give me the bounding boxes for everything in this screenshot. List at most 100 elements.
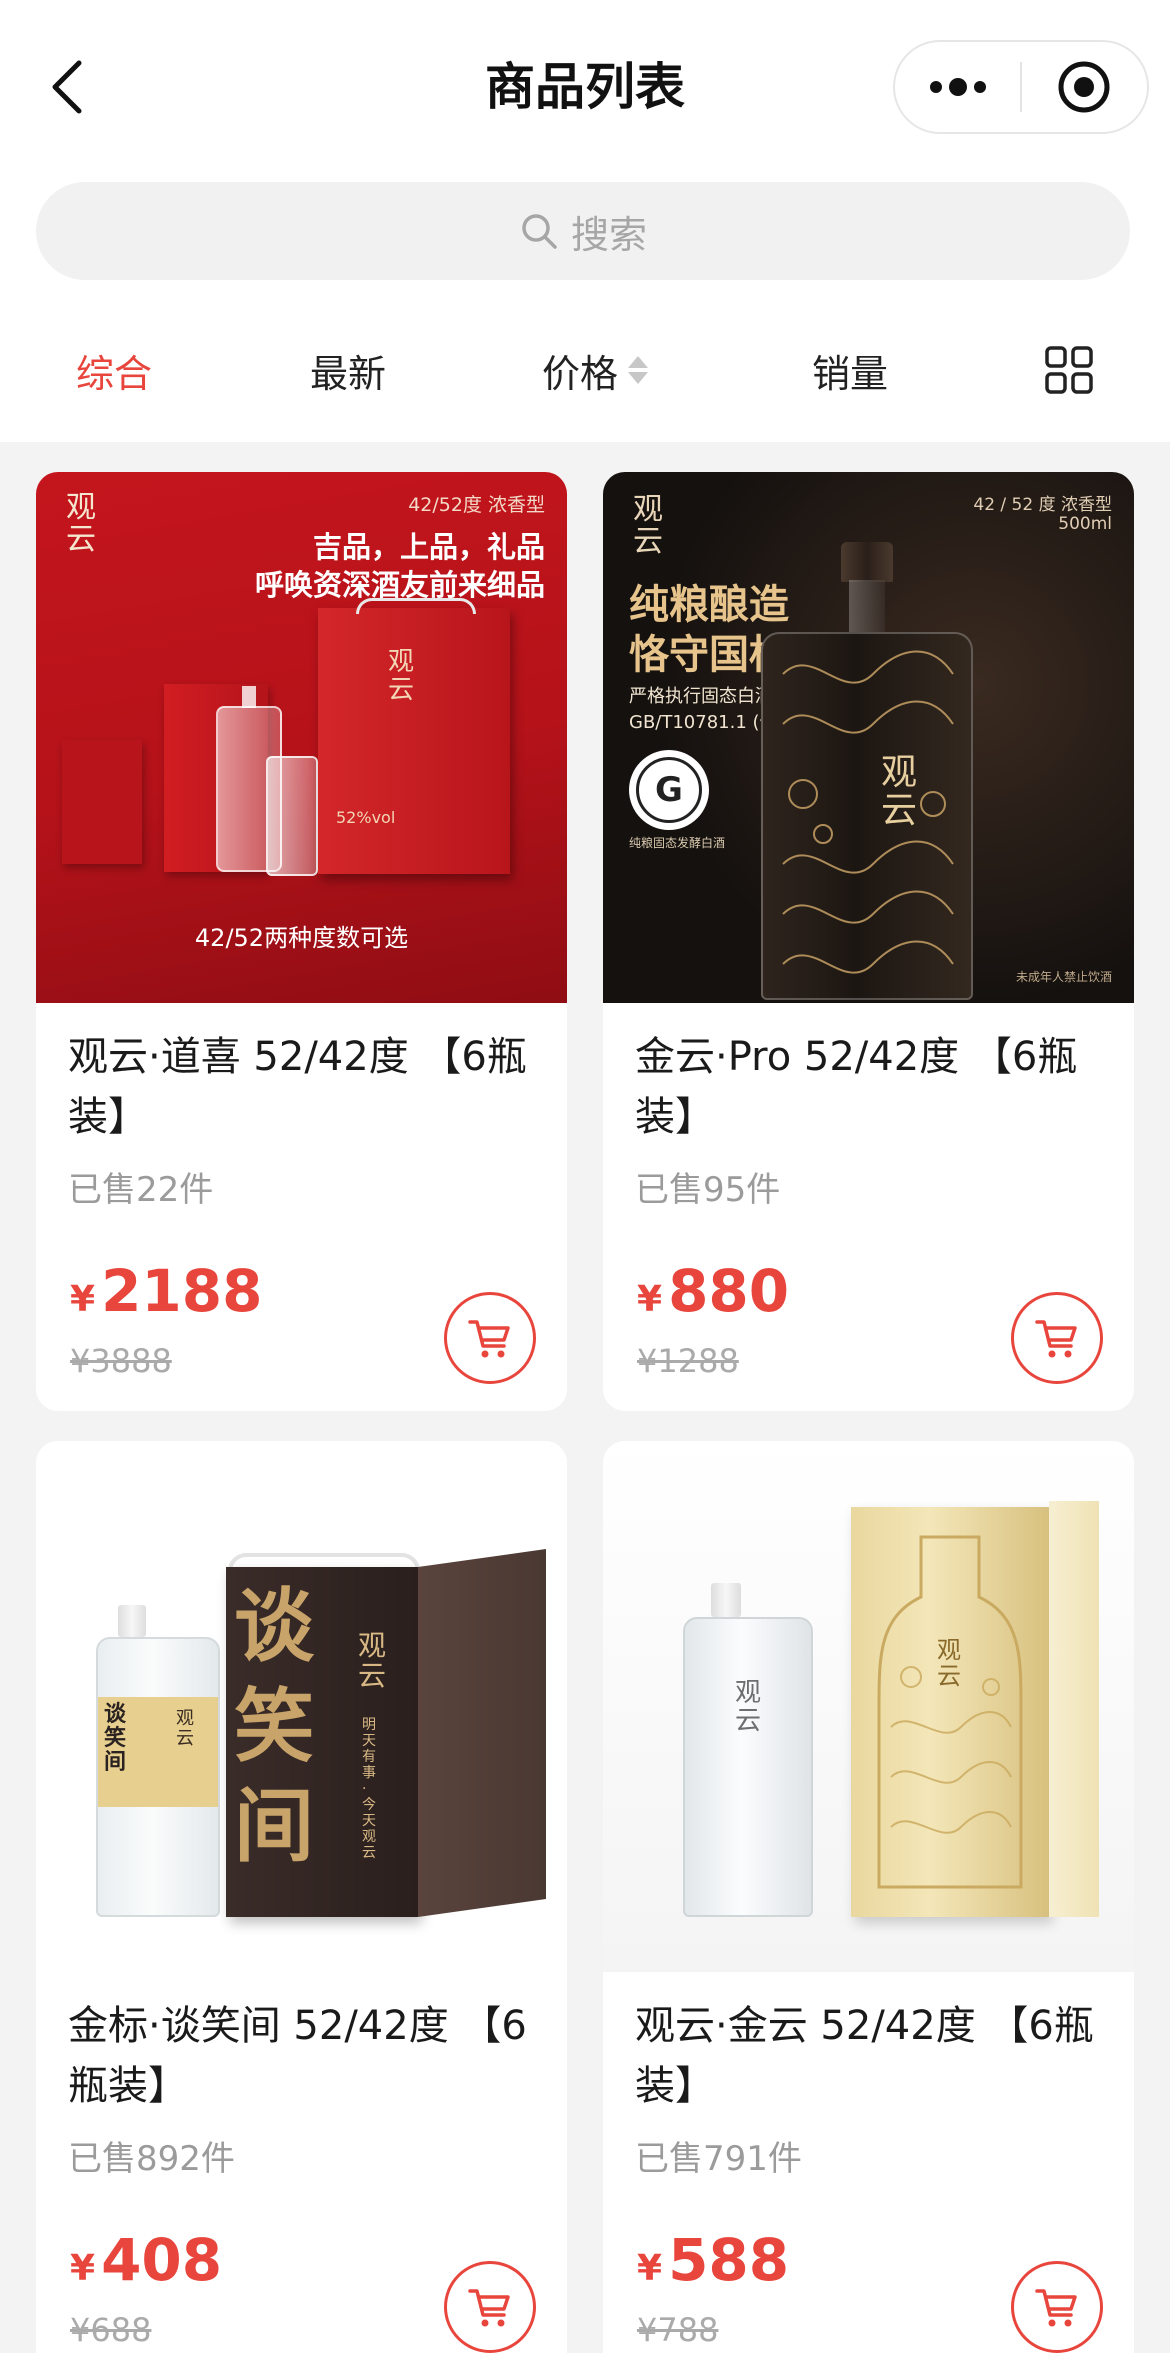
bottle-brand: 观云	[735, 1678, 762, 1736]
product-name[interactable]: 观云·金云 52/42度 【6瓶装】	[635, 1996, 1115, 2116]
currency-symbol: ¥	[637, 1279, 663, 1320]
bottle-small	[266, 756, 318, 876]
grid-view-icon	[1045, 346, 1093, 394]
product-price: ¥ 588	[637, 2226, 789, 2294]
bottle-cap	[242, 686, 256, 708]
product-card[interactable]: 谈笑间 观云 谈笑间 观云 明天有事 · 今天观云 金标·谈笑间 52/42度 …	[36, 1441, 567, 2353]
image-volume: 500ml	[1058, 514, 1112, 534]
image-headline: 吉品，上品，礼品	[312, 530, 545, 564]
original-price: ¥688	[70, 2311, 152, 2349]
filter-newest-label: 最新	[310, 351, 387, 396]
target-circle-icon	[1058, 61, 1110, 113]
box-brand: 观云	[388, 647, 415, 705]
sold-count: 已售95件	[635, 1170, 781, 1210]
price-value: 588	[668, 2226, 790, 2294]
sold-count: 已售892件	[68, 2139, 235, 2179]
gift-box: 观云	[851, 1507, 1049, 1917]
gift-bag	[62, 740, 142, 864]
badge-letter: G	[636, 757, 702, 823]
product-price: ¥ 880	[637, 1257, 789, 1325]
search-input[interactable]: 搜索	[36, 182, 1130, 280]
currency-symbol: ¥	[70, 2248, 96, 2289]
gift-box: 谈笑间 观云 明天有事 · 今天观云	[226, 1567, 418, 1917]
top-bar: 商品列表 搜索 综合 最新 价格 销量	[0, 0, 1170, 442]
bottle-cap	[841, 542, 893, 582]
image-spec: 42 / 52 度 浓香型	[973, 495, 1112, 515]
product-image[interactable]: 观云 42 / 52 度 浓香型 500ml 纯粮酿造 恪守国标 严格执行固态白…	[603, 472, 1134, 1003]
filter-sales[interactable]: 销量	[812, 320, 888, 420]
search-placeholder: 搜索	[570, 212, 647, 257]
bottle-body: 谈笑间 观云	[96, 1637, 220, 1917]
currency-symbol: ¥	[637, 2248, 663, 2289]
product-price: ¥ 408	[70, 2226, 222, 2294]
box-brand: 观云	[358, 1629, 387, 1692]
price-value: 2188	[101, 1257, 263, 1325]
product-card[interactable]: 观云 42/52度 浓香型 吉品，上品，礼品 呼唤资深酒友前来细品 观云 52%…	[36, 472, 567, 1411]
badge-text: 纯粮固态发酵白酒	[629, 836, 726, 850]
product-name[interactable]: 金云·Pro 52/42度 【6瓶装】	[635, 1027, 1115, 1147]
layout-toggle-button[interactable]	[1044, 320, 1094, 420]
box-brand: 观云	[937, 1636, 961, 1690]
product-image[interactable]: 观云 42/52度 浓香型 吉品，上品，礼品 呼唤资深酒友前来细品 观云 52%…	[36, 472, 567, 1003]
sort-arrows-icon	[628, 356, 649, 384]
bottle-body: 观云	[761, 632, 973, 1000]
product-name[interactable]: 观云·道喜 52/42度 【6瓶装】	[68, 1027, 548, 1147]
search-icon	[522, 214, 557, 249]
filter-sales-label: 销量	[812, 351, 889, 396]
currency-symbol: ¥	[70, 1279, 96, 1320]
original-price: ¥3888	[70, 1342, 172, 1380]
cart-icon	[1035, 2289, 1077, 2327]
product-image[interactable]: 观云 观云	[603, 1441, 1134, 1972]
add-to-cart-button[interactable]	[1011, 1292, 1103, 1384]
label-title: 谈笑间	[104, 1702, 127, 1775]
add-to-cart-button[interactable]	[1011, 2261, 1103, 2353]
more-dots-icon	[929, 78, 986, 96]
gift-box-side	[418, 1549, 546, 1917]
box-slogan: 明天有事 · 今天观云	[362, 1717, 376, 1861]
image-caption: 42/52两种度数可选	[194, 924, 409, 952]
age-warning: 未成年人禁止饮酒	[1015, 970, 1112, 984]
bottle-cap	[118, 1605, 146, 1637]
product-card[interactable]: 观云 观云 观云·金云 52/42度 【6瓶装】 已售791件 ¥ 588 ¥7…	[603, 1441, 1134, 2353]
bottle-brand: 观云	[881, 752, 918, 831]
close-miniprogram-button[interactable]	[1022, 42, 1147, 132]
price-value: 408	[101, 2226, 223, 2294]
bottle-pattern	[782, 650, 954, 974]
cart-icon	[1035, 1320, 1077, 1358]
gift-box-side	[1049, 1501, 1099, 1917]
product-name[interactable]: 金标·谈笑间 52/42度 【6瓶装】	[68, 1996, 548, 2116]
box-title: 谈笑间	[234, 1580, 314, 1873]
label-brand: 观云	[176, 1708, 194, 1749]
price-value: 880	[668, 1257, 790, 1325]
product-card[interactable]: 观云 42 / 52 度 浓香型 500ml 纯粮酿造 恪守国标 严格执行固态白…	[603, 472, 1134, 1411]
filter-bar: 综合 最新 价格 销量	[0, 320, 1170, 420]
filter-comprehensive-label: 综合	[76, 351, 153, 396]
bottle-neck	[849, 580, 885, 634]
cart-icon	[468, 1320, 510, 1358]
product-image[interactable]: 谈笑间 观云 谈笑间 观云 明天有事 · 今天观云	[36, 1441, 567, 1972]
box-handle	[356, 598, 476, 614]
add-to-cart-button[interactable]	[444, 2261, 536, 2353]
filter-price[interactable]: 价格	[542, 320, 649, 420]
sold-count: 已售791件	[635, 2139, 802, 2179]
bottle-label: 谈笑间 观云	[98, 1697, 218, 1807]
bottle-body: 观云	[683, 1617, 813, 1917]
box-pattern	[877, 1535, 1023, 1889]
cart-icon	[468, 2289, 510, 2327]
box-abv: 52%vol	[336, 808, 396, 827]
original-price: ¥788	[637, 2311, 719, 2349]
brand-logo: 观云	[66, 490, 96, 557]
certification-badge: G	[629, 750, 709, 830]
image-spec: 42/52度 浓香型	[408, 494, 545, 516]
sold-count: 已售22件	[68, 1170, 214, 1210]
add-to-cart-button[interactable]	[444, 1292, 536, 1384]
bottle-cap	[711, 1583, 741, 1617]
filter-price-label: 价格	[542, 351, 619, 396]
more-button[interactable]	[895, 42, 1020, 132]
filter-newest[interactable]: 最新	[310, 320, 386, 420]
brand-logo: 观云	[633, 492, 663, 559]
product-price: ¥ 2188	[70, 1257, 263, 1325]
gift-box-tall: 观云 52%vol	[318, 608, 510, 874]
filter-comprehensive[interactable]: 综合	[76, 320, 152, 420]
original-price: ¥1288	[637, 1342, 739, 1380]
